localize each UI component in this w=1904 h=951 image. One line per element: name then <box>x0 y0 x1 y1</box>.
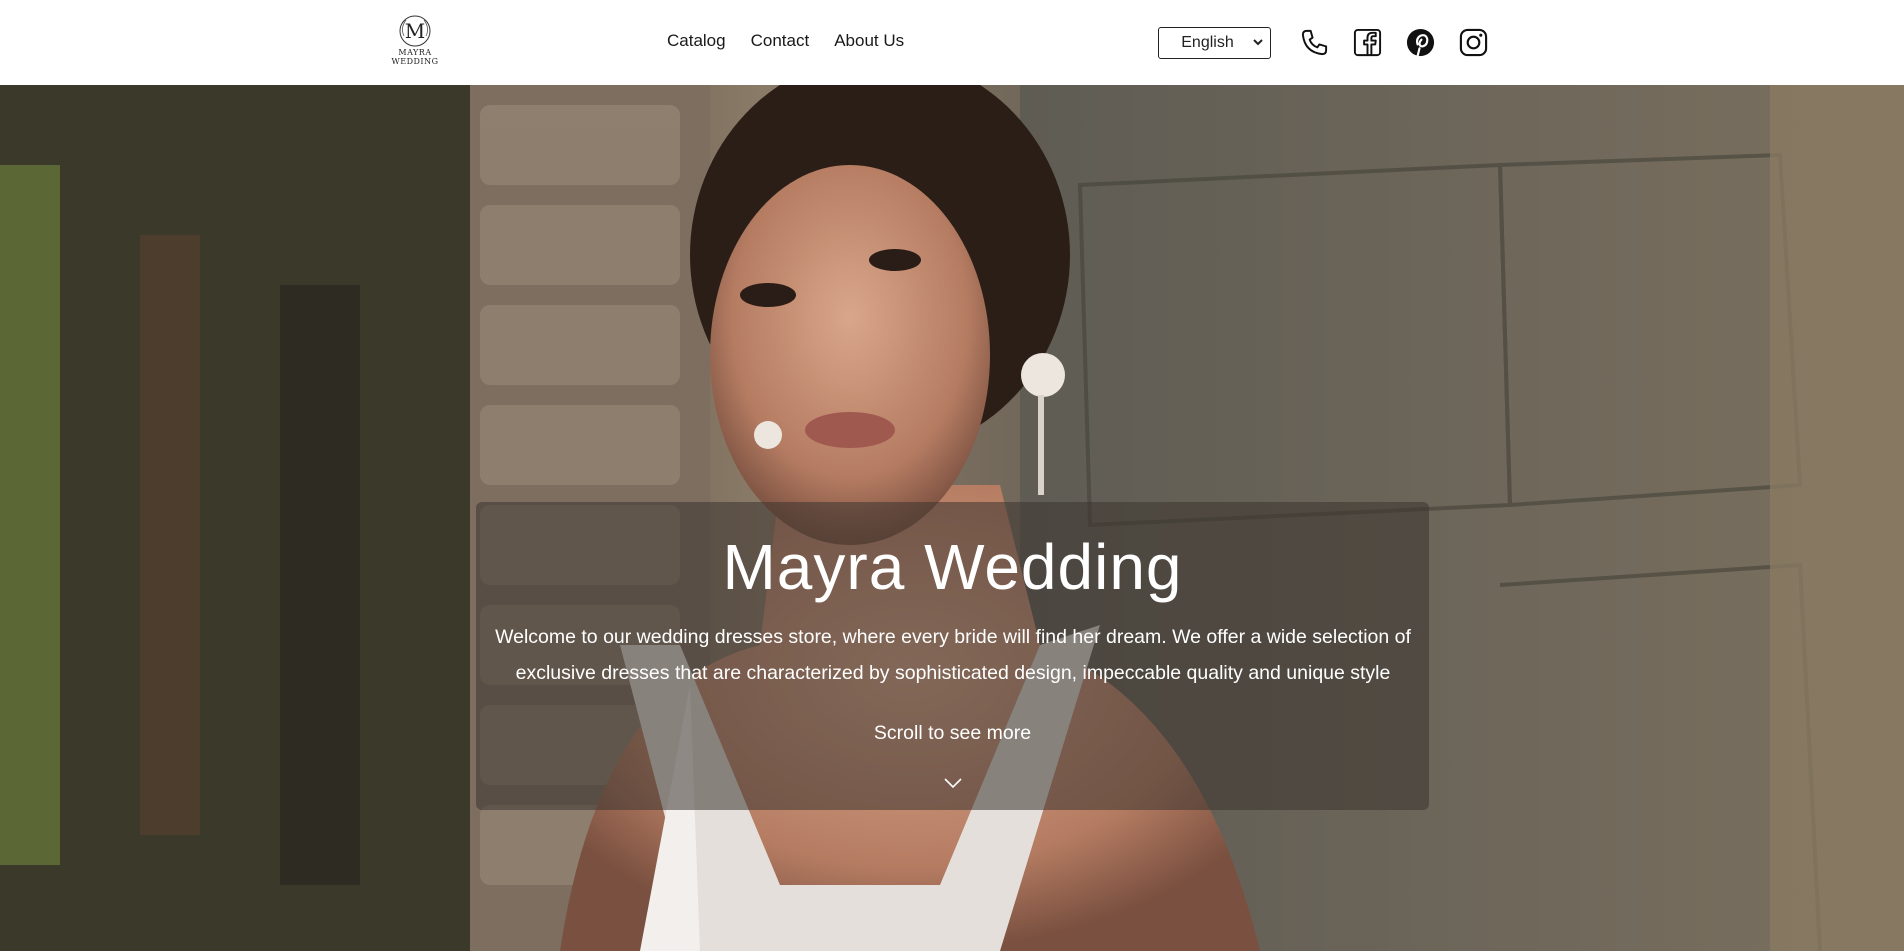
nav-link-contact[interactable]: Contact <box>751 31 810 51</box>
svg-text:M: M <box>405 19 425 43</box>
hero-title: Mayra Wedding <box>722 531 1183 603</box>
brand-logo[interactable]: M MAYRA WEDDING <box>390 14 440 74</box>
nav-link-catalog[interactable]: Catalog <box>667 31 726 51</box>
site-header: M MAYRA WEDDING Catalog Contact About Us… <box>0 0 1904 85</box>
hero-description: Welcome to our wedding dresses store, wh… <box>495 626 1411 684</box>
pinterest-link[interactable] <box>1405 27 1436 58</box>
instagram-link[interactable] <box>1458 27 1489 58</box>
logo-text: MAYRA WEDDING <box>390 48 440 66</box>
hero-section: Mayra Wedding Welcome to our wedding dre… <box>0 85 1904 951</box>
language-select-value: English <box>1181 34 1234 51</box>
pinterest-icon <box>1406 28 1435 58</box>
instagram-icon <box>1459 28 1488 57</box>
phone-link[interactable] <box>1299 27 1330 58</box>
logo-monogram-icon: M <box>399 15 431 47</box>
facebook-link[interactable] <box>1352 27 1383 58</box>
language-select[interactable]: English <box>1158 27 1271 59</box>
main-nav: Catalog Contact About Us <box>667 31 904 51</box>
phone-icon <box>1301 29 1328 56</box>
scroll-to-see-more[interactable]: Scroll to see more <box>476 722 1429 745</box>
logo-line-2: WEDDING <box>391 57 439 66</box>
chevron-down-icon[interactable] <box>943 777 963 789</box>
logo-line-1: MAYRA <box>398 48 432 57</box>
hero-overlay-card: Mayra Wedding Welcome to our wedding dre… <box>476 502 1429 810</box>
nav-link-about-us[interactable]: About Us <box>834 31 904 51</box>
facebook-icon <box>1353 28 1382 57</box>
chevron-down-icon <box>1253 39 1263 46</box>
